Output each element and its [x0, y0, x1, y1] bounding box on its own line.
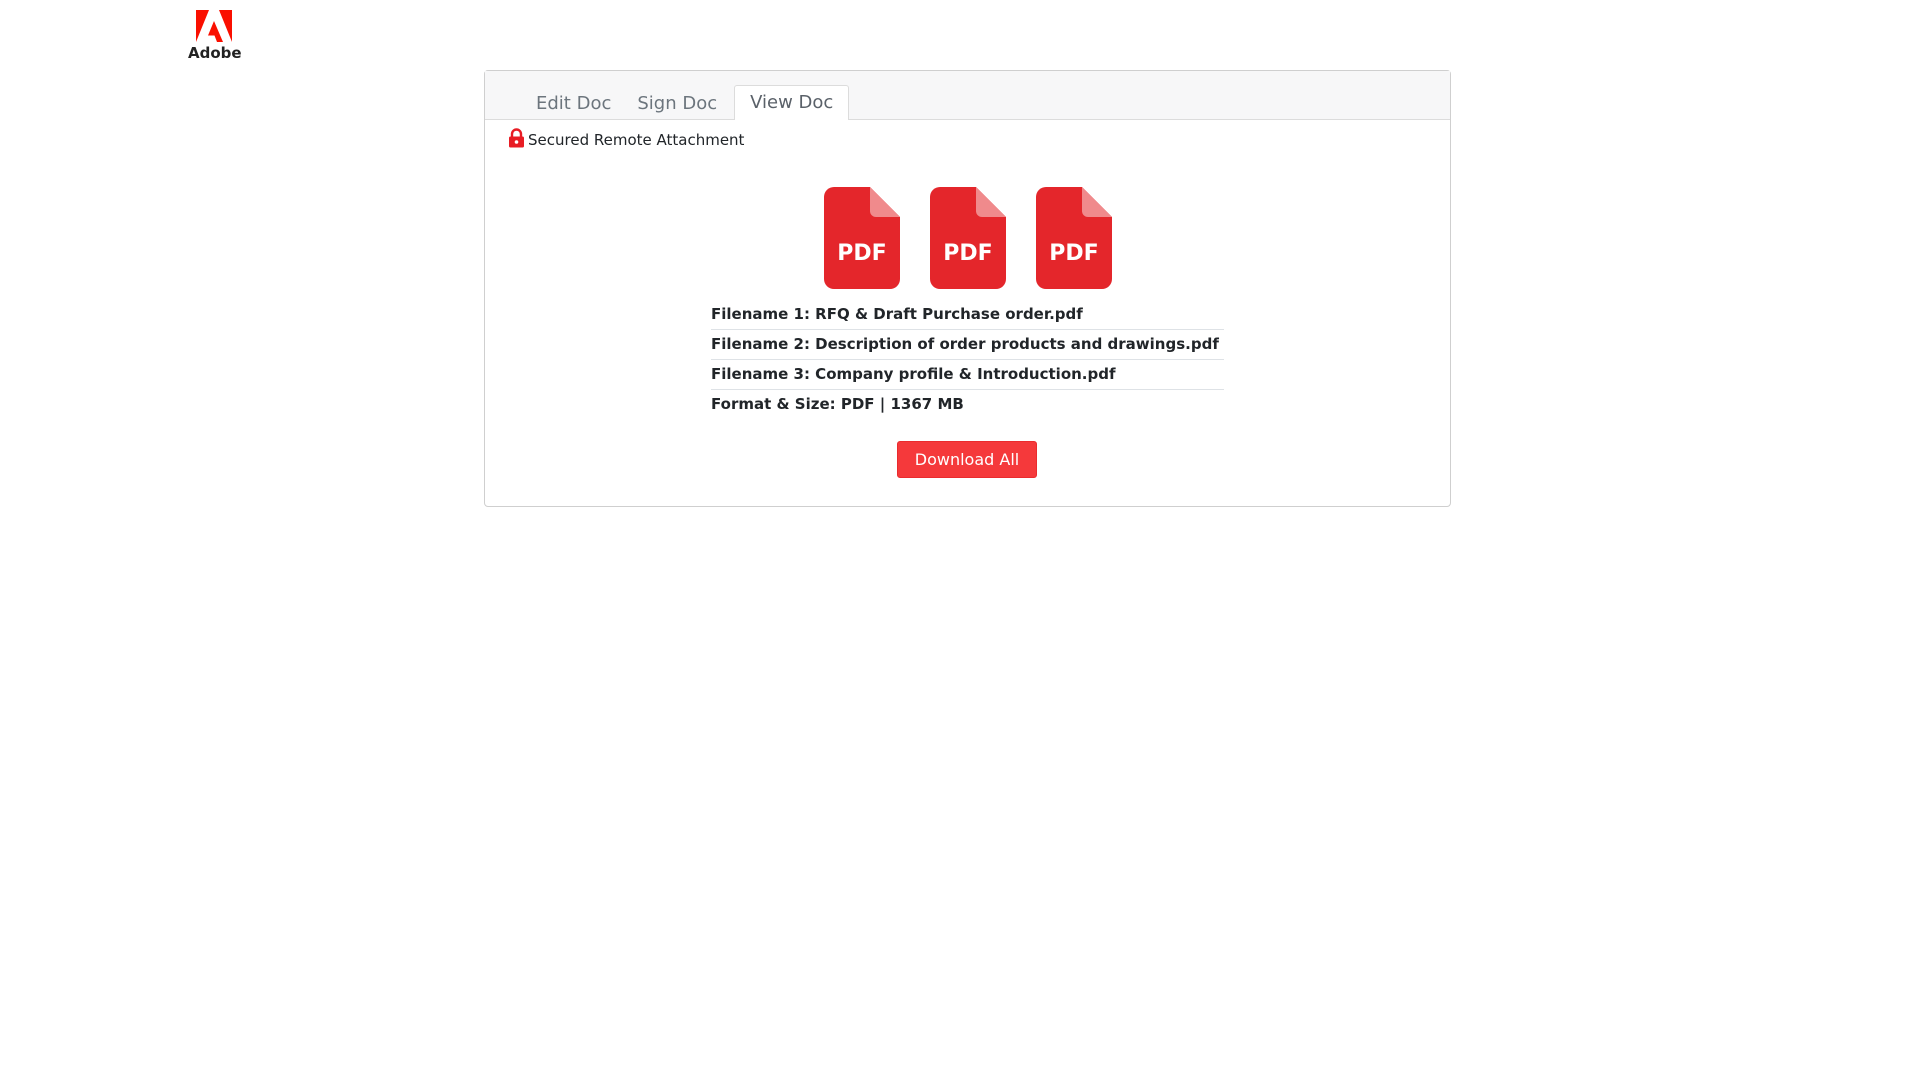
filename-2: Filename 2: Description of order product…	[711, 330, 1224, 360]
pdf-file-icon: PDF	[929, 187, 1006, 289]
adobe-logo: Adobe	[188, 10, 242, 62]
tab-bar: Edit Doc Sign Doc View Doc	[523, 85, 850, 120]
file-list: Filename 1: RFQ & Draft Purchase order.p…	[711, 300, 1224, 419]
secured-attachment-text: Secured Remote Attachment	[528, 131, 745, 149]
filename-3: Filename 3: Company profile & Introducti…	[711, 360, 1224, 390]
pdf-file-icon: PDF	[1035, 187, 1112, 289]
document-card: Edit Doc Sign Doc View Doc Secured Remot…	[484, 70, 1451, 507]
pdf-icon-label: PDF	[943, 241, 992, 266]
pdf-file-icon: PDF	[823, 187, 900, 289]
tab-view-doc[interactable]: View Doc	[734, 85, 850, 120]
lock-icon	[508, 128, 525, 152]
tab-sign-doc[interactable]: Sign Doc	[624, 86, 730, 120]
tab-edit-doc[interactable]: Edit Doc	[523, 86, 624, 120]
format-size: Format & Size: PDF | 1367 MB	[711, 395, 964, 413]
filename-1: Filename 1: RFQ & Draft Purchase order.p…	[711, 300, 1224, 330]
adobe-logo-text: Adobe	[188, 44, 242, 62]
card-header: Edit Doc Sign Doc View Doc	[485, 71, 1450, 120]
pdf-icon-row: PDF PDF PDF	[485, 187, 1450, 289]
secured-attachment-label: Secured Remote Attachment	[508, 128, 744, 152]
pdf-icon-label: PDF	[837, 241, 886, 266]
pdf-icon-label: PDF	[1049, 241, 1098, 266]
adobe-logo-icon	[196, 10, 232, 42]
download-all-button[interactable]: Download All	[897, 441, 1037, 478]
